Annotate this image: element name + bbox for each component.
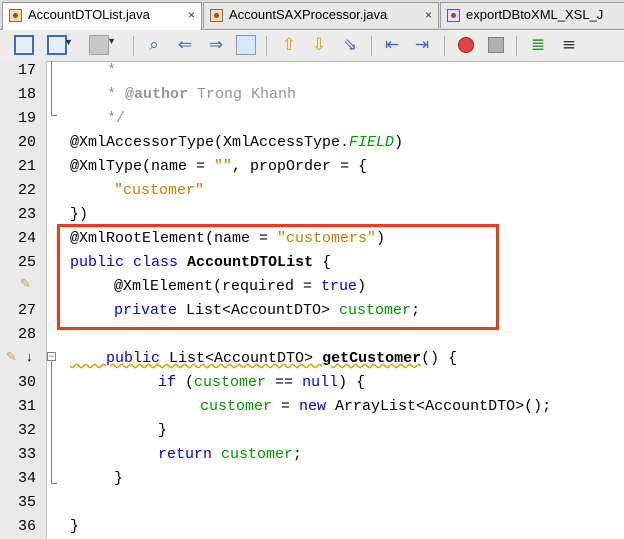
code-line-20[interactable]: @XmlAccessorType(XmlAccessType.FIELD) bbox=[70, 131, 624, 155]
stop-macro-icon[interactable] bbox=[488, 37, 504, 53]
find-next-icon[interactable]: ⇒ bbox=[206, 35, 226, 55]
fold-line bbox=[51, 361, 52, 483]
line-number: 31 bbox=[17, 398, 36, 415]
close-tab-icon[interactable]: × bbox=[188, 3, 195, 27]
java-file-icon bbox=[9, 9, 22, 22]
fold-line bbox=[51, 61, 52, 115]
line-number: 25 bbox=[17, 254, 36, 271]
line-number: 32 bbox=[17, 422, 36, 439]
toggle-highlight-icon[interactable] bbox=[236, 35, 256, 55]
tab-label: AccountDTOList.java bbox=[28, 7, 150, 22]
shift-right-icon[interactable]: ⇥ bbox=[412, 35, 432, 55]
override-arrow-icon[interactable]: ↓ bbox=[26, 350, 42, 364]
code-line-29[interactable]: public List<AccountDTO> getCustomer() { bbox=[70, 347, 624, 371]
previous-bookmark-icon[interactable]: ⇧ bbox=[279, 35, 299, 55]
comment-icon[interactable]: ≣ bbox=[528, 35, 548, 55]
code-line-18[interactable]: * @author Trong Khanh bbox=[62, 83, 624, 107]
line-number: 30 bbox=[17, 374, 36, 391]
line-number: 20 bbox=[17, 134, 36, 151]
line-number: 34 bbox=[17, 470, 36, 487]
start-macro-icon[interactable] bbox=[458, 37, 474, 53]
annotation-hint-icon[interactable]: ✎ bbox=[20, 277, 36, 291]
line-number: 24 bbox=[17, 230, 36, 247]
line-number: 33 bbox=[17, 446, 36, 463]
java-file-icon bbox=[210, 9, 223, 22]
code-line-34[interactable]: } bbox=[114, 467, 624, 491]
last-edit-icon[interactable] bbox=[14, 35, 34, 55]
fold-collapse-icon[interactable]: − bbox=[47, 352, 56, 361]
code-line-17[interactable]: * bbox=[62, 59, 624, 83]
line-number: 23 bbox=[17, 206, 36, 223]
code-line-30[interactable]: if (customer == null) { bbox=[158, 371, 624, 395]
xsl-file-icon bbox=[447, 9, 460, 22]
code-line-33[interactable]: return customer; bbox=[158, 443, 624, 467]
shift-left-icon[interactable]: ⇤ bbox=[382, 35, 402, 55]
line-number: 35 bbox=[17, 494, 36, 511]
line-number: 21 bbox=[17, 158, 36, 175]
highlight-annotation-box bbox=[57, 224, 499, 330]
line-number: 17 bbox=[17, 62, 36, 79]
fold-end bbox=[51, 115, 57, 116]
line-number: 27 bbox=[17, 302, 36, 319]
editor-tab-bar: AccountDTOList.java × AccountSAXProcesso… bbox=[0, 0, 624, 30]
tab-label: exportDBtoXML_XSL_J bbox=[466, 7, 604, 22]
line-number: 22 bbox=[17, 182, 36, 199]
line-number: 28 bbox=[17, 326, 36, 343]
close-tab-icon[interactable]: × bbox=[425, 3, 432, 27]
find-icon[interactable]: ⌕ bbox=[144, 35, 164, 55]
tab-label: AccountSAXProcessor.java bbox=[229, 7, 388, 22]
uncomment-icon[interactable]: ≡ bbox=[559, 35, 579, 55]
tab-accountdtolist[interactable]: AccountDTOList.java × bbox=[2, 2, 202, 30]
editor-toolbar: ▼ ▼ ⌕ ⇐ ⇒ ⇧ ⇩ ⇘ ⇤ ⇥ ≣ ≡ bbox=[0, 30, 624, 62]
code-line-21[interactable]: @XmlType(name = "", propOrder = { bbox=[70, 155, 624, 179]
line-number: 36 bbox=[17, 518, 36, 535]
toggle-bookmark-icon[interactable]: ⇘ bbox=[340, 35, 360, 55]
code-line-32[interactable]: } bbox=[158, 419, 624, 443]
fold-end bbox=[51, 483, 57, 484]
tab-exportdbtoxml[interactable]: exportDBtoXML_XSL_J bbox=[440, 2, 624, 28]
line-number: 18 bbox=[17, 86, 36, 103]
code-line-36[interactable]: } bbox=[70, 515, 624, 539]
tab-accountsaxprocessor[interactable]: AccountSAXProcessor.java × bbox=[203, 2, 439, 28]
line-number: 19 bbox=[17, 110, 36, 127]
find-previous-icon[interactable]: ⇐ bbox=[175, 35, 195, 55]
code-line-19[interactable]: */ bbox=[62, 107, 624, 131]
annotation-hint-icon[interactable]: ✎ bbox=[6, 350, 22, 364]
code-line-22[interactable]: "customer" bbox=[114, 179, 624, 203]
back-icon[interactable]: ▼ bbox=[47, 35, 73, 55]
code-line-31[interactable]: customer = new ArrayList<AccountDTO>(); bbox=[200, 395, 624, 419]
next-bookmark-icon[interactable]: ⇩ bbox=[309, 35, 329, 55]
forward-icon[interactable]: ▼ bbox=[89, 35, 116, 55]
